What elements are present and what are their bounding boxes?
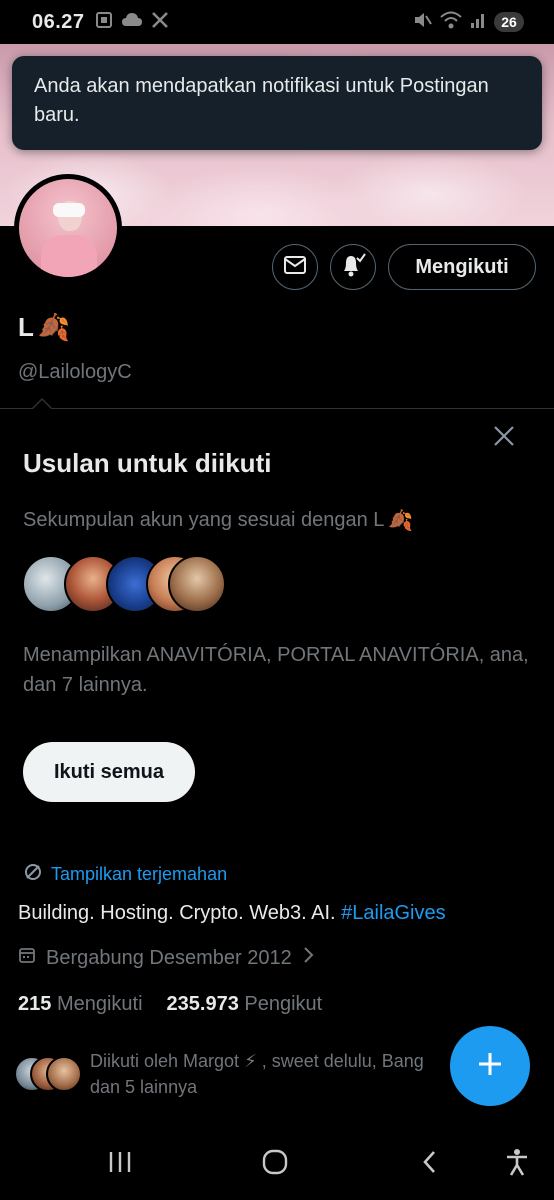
profile-bio: Building. Hosting. Crypto. Web3. AI. #La… [18, 902, 446, 925]
close-icon [492, 424, 516, 453]
calendar-icon [18, 946, 36, 970]
followed-by[interactable]: Diikuti oleh Margot ⚡ , sweet delulu, Ba… [14, 1048, 450, 1100]
bio-text: Building. Hosting. Crypto. Web3. AI. [18, 902, 342, 924]
follow-all-button[interactable]: Ikuti semua [23, 742, 195, 802]
chevron-right-icon [302, 946, 314, 970]
following-label: Mengikuti [56, 993, 143, 1015]
suggestions-showing-text: Menampilkan ANAVITÓRIA, PORTAL ANAVITÓRI… [23, 644, 529, 696]
followed-by-text: Diikuti oleh Margot ⚡ , sweet delulu, Ba… [90, 1051, 424, 1097]
joined-date[interactable]: Bergabung Desember 2012 [18, 946, 314, 970]
status-time: 06.27 [32, 10, 85, 33]
translate-icon [23, 862, 43, 887]
suggestions-subtitle-text: Sekumpulan akun yang sesuai dengan L [23, 509, 385, 531]
back-button[interactable] [410, 1146, 450, 1182]
home-icon [261, 1148, 289, 1181]
battery-badge: 26 [494, 12, 524, 32]
notifications-button[interactable] [330, 244, 376, 290]
system-nav-bar [0, 1128, 554, 1200]
wifi-icon [440, 11, 462, 34]
bell-check-icon [339, 252, 367, 283]
followers-stat[interactable]: 235.973 Pengikut [167, 993, 323, 1016]
recent-apps-icon [107, 1150, 133, 1179]
message-button[interactable] [272, 244, 318, 290]
suggested-avatar [168, 555, 226, 613]
following-button[interactable]: Mengikuti [388, 244, 536, 290]
status-bar: 06.27 26 [0, 0, 554, 44]
x-logo-icon [151, 11, 169, 34]
suggestions-title: Usulan untuk diikuti [23, 448, 272, 478]
translate-link-text: Tampilkan terjemahan [51, 864, 228, 884]
screenshot-icon [95, 11, 113, 34]
joined-date-text: Bergabung Desember 2012 [46, 946, 292, 969]
close-suggestions-button[interactable] [490, 424, 518, 452]
suggested-avatars[interactable] [22, 555, 242, 613]
following-count: 215 [18, 993, 52, 1015]
followers-count: 235.973 [166, 993, 239, 1015]
mute-icon [412, 10, 432, 35]
compose-post-button[interactable] [450, 1026, 530, 1106]
display-name-text: L [18, 312, 34, 342]
follow-stats: 215 Mengikuti 235.973 Pengikut [18, 993, 322, 1016]
display-name: L 🍂 [18, 312, 70, 343]
following-stat[interactable]: 215 Mengikuti [18, 993, 143, 1016]
leaf-emoji: 🍂 [37, 312, 71, 342]
accessibility-button[interactable] [497, 1146, 537, 1182]
followers-label: Pengikut [244, 993, 323, 1015]
translate-link[interactable]: Tampilkan terjemahan [23, 862, 227, 887]
toast-message: Anda akan mendapatkan notifikasi untuk P… [34, 75, 489, 126]
section-divider [0, 408, 554, 409]
notification-toast: Anda akan mendapatkan notifikasi untuk P… [12, 56, 542, 150]
follower-avatar [46, 1056, 82, 1092]
cloud-icon [121, 12, 143, 33]
back-icon [420, 1149, 440, 1180]
bio-hashtag-link[interactable]: #LailaGives [341, 902, 446, 924]
signal-icon [470, 11, 486, 34]
leaf-emoji: 🍂 [388, 510, 414, 532]
accessibility-icon [505, 1148, 529, 1181]
user-handle: @LailologyC [18, 361, 132, 383]
profile-avatar[interactable] [14, 174, 122, 282]
mail-icon [283, 255, 307, 280]
recent-apps-button[interactable] [100, 1146, 140, 1182]
plus-icon [475, 1049, 505, 1084]
home-button[interactable] [255, 1146, 295, 1182]
suggestions-subtitle: Sekumpulan akun yang sesuai dengan L 🍂 [23, 508, 413, 533]
